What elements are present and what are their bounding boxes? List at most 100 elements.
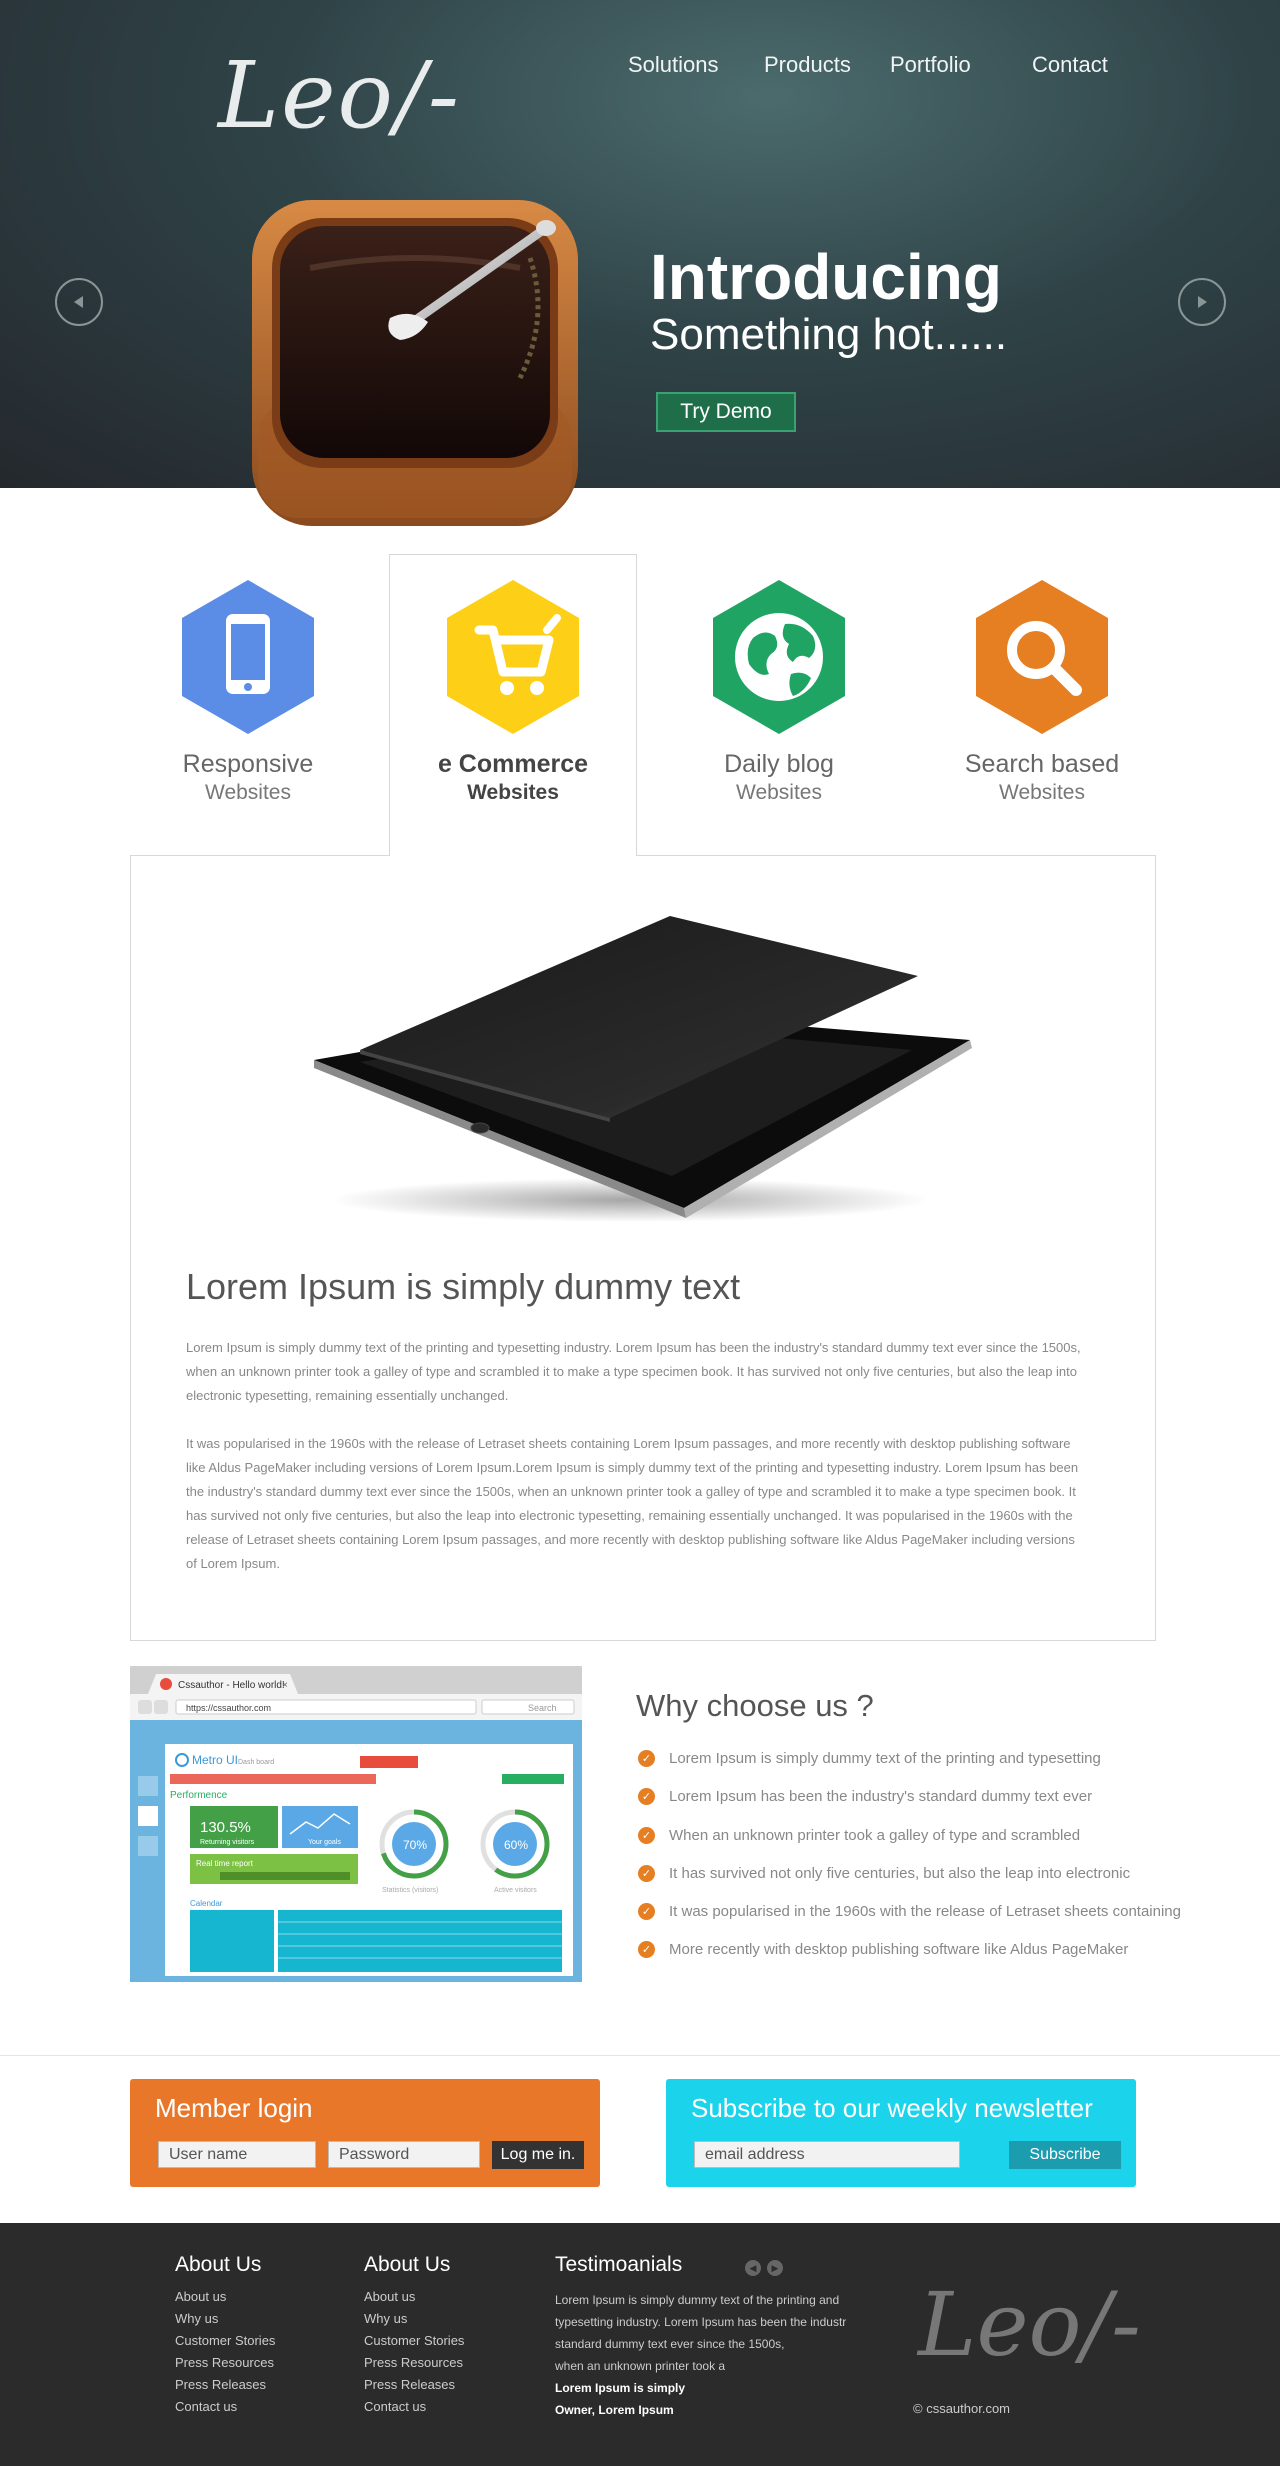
testimonial-author: Lorem Ipsum is simply [555,2381,686,2395]
username-input[interactable]: User name [158,2141,316,2168]
testimonial-line: when an unknown printer took a [555,2359,726,2373]
testimonial-line: standard dummy text ever since the 1500s… [555,2337,785,2351]
svg-text:70%: 70% [403,1838,427,1852]
triangle-left-icon [74,296,83,308]
list-item: ✓ When an unknown printer took a galley o… [638,1826,1181,1865]
service-subtitle: Websites [736,781,822,804]
service-search[interactable]: Search based Websites [922,578,1162,805]
slider-prev-button[interactable] [55,278,103,326]
content-paragraph: It was popularised in the 1960s with the… [186,1436,1079,1571]
phone-icon [182,580,314,734]
newsletter-panel: Subscribe to our weekly newsletter email… [666,2079,1136,2187]
service-title: e Commerce [437,750,589,778]
copyright: © cssauthor.com [913,2401,1011,2416]
footer-link[interactable]: Why us [364,2311,464,2333]
newsletter-title: Subscribe to our weekly newsletter [691,2093,1093,2123]
svg-text:Your goals: Your goals [308,1839,341,1846]
service-subtitle: Websites [999,781,1085,804]
service-subtitle: Websites [467,781,559,804]
triangle-right-icon [1198,296,1207,308]
list-item: ✓ It has survived not only five centuries… [638,1864,1181,1903]
svg-text:Returning visitors: Returning visitors [200,1839,255,1846]
service-title: Search based [964,750,1120,778]
slider-next-button[interactable] [1178,278,1226,326]
hero-title: Introducing [650,241,1002,313]
hero-banner: Leo/- Solutions Products Portfolio Conta… [0,0,1280,526]
list-item: ✓ It was popularised in the 1960s with th… [638,1903,1181,1941]
testimonial-line: Lorem Ipsum is simply dummy text of the … [555,2293,840,2307]
list-item: ✓ Lorem Ipsum is simply dummy text of the… [638,1750,1181,1788]
footer-link[interactable]: Customer Stories [364,2333,464,2355]
browser-screenshot: Cssauthor - Hello world! × https://cssau… [130,1666,582,1982]
content-paragraph: Lorem Ipsum is simply dummy text of the … [186,1340,1081,1403]
service-title: Daily blog [724,750,834,778]
footer-link[interactable]: Press Resources [175,2355,275,2377]
svg-text:130.5%: 130.5% [200,1819,251,1836]
testimonial-prev-button[interactable]: ◀ [745,2260,761,2276]
footer-column: About Us About us Why us Customer Storie… [175,2253,275,2421]
footer-link[interactable]: Why us [175,2311,275,2333]
globe-icon [713,580,845,734]
footer-link[interactable]: Press Resources [364,2355,464,2377]
svg-text:60%: 60% [504,1838,528,1852]
svg-text:Real time report: Real time report [196,1859,254,1868]
footer-link[interactable]: About us [364,2289,464,2311]
footer-link[interactable]: Press Releases [175,2377,275,2399]
nav-portfolio[interactable]: Portfolio [890,52,971,78]
service-ecommerce[interactable]: e Commerce Websites [393,578,633,805]
service-title: Responsive [182,750,314,778]
member-login-panel: Member login User name Password Log me i… [130,2079,600,2187]
check-icon: ✓ [638,1750,655,1767]
testimonial-nav: ◀ ▶ [745,2260,783,2276]
nav-solutions[interactable]: Solutions [628,52,719,78]
list-item: ✓ Lorem Ipsum has been the industry's sta… [638,1788,1181,1826]
footer-link[interactable]: Press Releases [364,2377,464,2399]
subscribe-button[interactable]: Subscribe [1009,2141,1121,2169]
service-responsive[interactable]: Responsive Websites [128,578,368,805]
cart-icon [447,580,579,734]
check-icon: ✓ [638,1903,655,1921]
logo[interactable]: Leo/- [218,42,461,149]
login-title: Member login [155,2093,313,2123]
footer-logo[interactable]: Leo/- [918,2273,1141,2376]
footer-link[interactable]: Contact us [175,2399,275,2421]
svg-text:×: × [282,1680,288,1691]
nav-products[interactable]: Products [764,52,851,78]
content-title: Lorem Ipsum is simply dummy text [186,1266,741,1307]
footer-heading: About Us [175,2253,262,2276]
footer: About Us About us Why us Customer Storie… [0,2223,1280,2466]
svg-text:Statistics (visitors): Statistics (visitors) [382,1887,438,1894]
login-button[interactable]: Log me in. [492,2141,584,2169]
list-item: ✓ More recently with desktop publishing s… [638,1941,1181,1979]
hero-subtitle: Something hot...... [650,310,1008,359]
svg-text:Search: Search [528,1703,557,1713]
footer-link[interactable]: About us [175,2289,275,2311]
nav-contact[interactable]: Contact [1032,52,1108,78]
why-choose-us-title: Why choose us ? [636,1688,874,1723]
svg-text:Active visitors: Active visitors [494,1887,537,1894]
browser-tab-title: Cssauthor - Hello world! [178,1680,285,1691]
service-subtitle: Websites [205,781,291,804]
svg-text:https://cssauthor.com: https://cssauthor.com [186,1703,271,1713]
email-input[interactable]: email address [694,2141,960,2168]
section-divider [0,2055,1280,2056]
footer-link[interactable]: Contact us [364,2399,464,2421]
footer-link[interactable]: Customer Stories [175,2333,275,2355]
testimonials: Testimoanials Lorem Ipsum is simply dumm… [555,2253,875,2421]
try-demo-button[interactable]: Try Demo [656,392,796,432]
svg-text:Performence: Performence [170,1790,228,1801]
password-input[interactable]: Password [328,2141,480,2168]
svg-text:Calendar: Calendar [190,1899,223,1908]
footer-column: About Us About us Why us Customer Storie… [364,2253,464,2421]
testimonial-line: typesetting industry. Lorem Ipsum has be… [555,2315,847,2329]
testimonial-next-button[interactable]: ▶ [767,2260,783,2276]
check-icon: ✓ [638,1788,655,1806]
service-blog[interactable]: Daily blog Websites [659,578,899,805]
check-icon: ✓ [638,1864,655,1882]
footer-heading: Testimoanials [555,2253,683,2276]
check-icon: ✓ [638,1941,655,1959]
search-icon [976,580,1108,734]
check-icon: ✓ [638,1826,655,1844]
product-box-icon [252,200,578,526]
why-list: ✓ Lorem Ipsum is simply dummy text of the… [638,1750,1181,1980]
